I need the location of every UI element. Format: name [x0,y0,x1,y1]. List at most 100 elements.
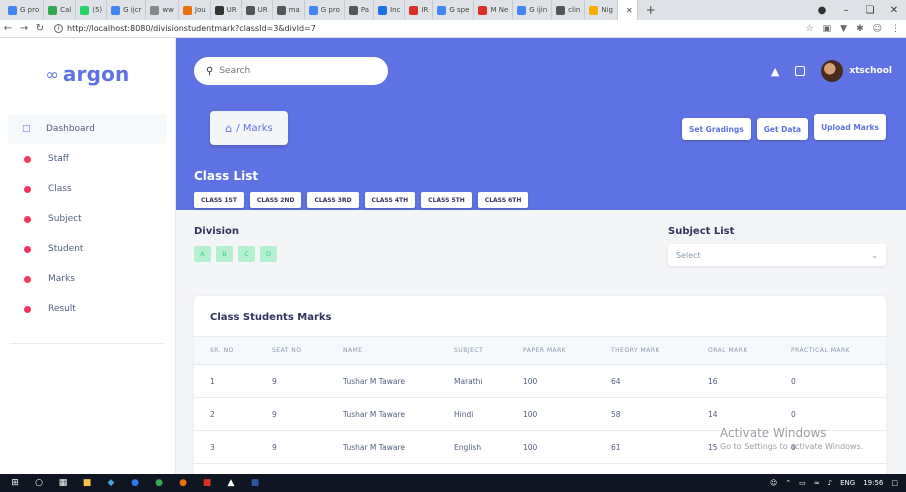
set-gradings-button[interactable]: Set Gradings [682,118,751,140]
menu-icon[interactable]: ⋮ [891,24,900,34]
people-icon[interactable]: ☺ [770,479,777,487]
account-icon[interactable]: ☺ [873,24,882,34]
browser-tab[interactable]: G pro [4,0,45,20]
browser-tab[interactable]: IR [405,0,434,20]
division-button[interactable]: C [238,246,255,262]
username: xtschool [849,66,892,76]
browser-tab[interactable]: Jou [179,0,211,20]
sidebar-item-class[interactable]: Class [0,174,175,204]
favicon-icon [276,5,286,15]
star-icon[interactable]: ☆ [806,24,814,34]
browser-tab[interactable]: ww [146,0,179,20]
close-window-button[interactable]: ✕ [882,5,906,16]
wifi-icon[interactable]: ≈ [814,479,820,487]
table-cell: Tushar M Taware [327,430,438,464]
browser-tab[interactable]: G pro [305,0,345,20]
class-button[interactable]: CLASS 1ST [194,192,244,208]
subject-select[interactable]: Select ⌄ [668,244,886,266]
task-view-icon[interactable]: ▦ [58,478,68,488]
sidebar-item-student[interactable]: Student [0,234,175,264]
table-header-row: SR. NO SEAT NO NAME SUBJECT PAPER MARK T… [194,336,886,365]
browser-tab[interactable]: (5) [76,0,108,20]
class-button[interactable]: CLASS 5TH [421,192,472,208]
sidebar-item-dashboard[interactable]: □ Dashboard [8,114,167,144]
class-button[interactable]: CLASS 6TH [477,192,529,208]
browser-tab[interactable]: Pa [345,0,375,20]
user-menu[interactable]: xtschool [821,60,892,82]
url-field[interactable]: i http://localhost:8080/divisionstudentm… [54,24,316,33]
division-button[interactable]: A [194,246,211,262]
apps-icon[interactable] [795,66,806,76]
new-tab-button[interactable]: + [638,3,664,17]
browser-tab[interactable]: G spe [433,0,475,20]
volume-icon[interactable]: ♪ [828,479,832,487]
back-button[interactable]: ← [0,23,16,34]
division-button[interactable]: B [216,246,233,262]
profile-icon[interactable]: ● [810,5,834,16]
table-cell: 9 [256,430,327,464]
search-input[interactable] [219,66,370,76]
minimize-button[interactable]: – [834,5,858,16]
app-icon[interactable]: ◆ [106,478,116,488]
browser-tab[interactable]: Nig [585,0,618,20]
forward-button[interactable]: → [16,23,32,34]
sidebar-item-marks[interactable]: Marks [0,264,175,294]
table-cell: 3 [194,430,256,464]
app-icon[interactable]: ▲ [226,478,236,488]
windows-start-icon[interactable]: ⊞ [10,478,20,488]
extension-icons: ☆ ▣ ▼ ✱ ☺ ⋮ [806,20,900,38]
clock[interactable]: 19:56 [863,479,883,487]
table-cell: Tushar M Taware [327,364,438,398]
notification-icon[interactable]: □ [891,479,898,487]
favicon-icon [517,5,527,15]
class-button[interactable]: CLASS 3RD [307,192,359,208]
reload-button[interactable]: ↻ [32,23,48,34]
browser-tab[interactable]: UR [211,0,242,20]
bell-icon[interactable]: ▲ [771,65,779,78]
browser-tab[interactable]: clin [552,0,586,20]
chevron-up-icon[interactable]: ⌃ [785,479,791,487]
puzzle-icon[interactable]: ✱ [856,24,864,34]
app-icon[interactable]: ● [130,478,140,488]
browser-tab-label: ww [162,6,174,14]
info-icon[interactable]: i [54,24,63,33]
language-indicator[interactable]: ENG [840,479,855,487]
sidebar-item-result[interactable]: Result [0,294,175,324]
class-button[interactable]: CLASS 4TH [364,192,416,208]
table-cell: 100 [507,397,595,431]
chrome-icon[interactable]: ● [154,478,164,488]
logo[interactable]: ∞ argon [0,38,175,110]
browser-tab[interactable]: M Ne [474,0,514,20]
sidebar-nav: □ Dashboard Staff Class Subject Student … [0,114,175,324]
browser-tab[interactable]: ma [273,0,305,20]
class-button[interactable]: CLASS 2ND [249,192,302,208]
browser-tab[interactable]: G ijin [513,0,553,20]
app-icon[interactable]: ● [178,478,188,488]
favicon-icon [589,5,599,15]
division-button[interactable]: D [260,246,277,262]
browser-tab[interactable]: Inc [374,0,406,20]
file-explorer-icon[interactable]: ■ [82,478,92,488]
browser-tab[interactable]: UR [242,0,273,20]
word-icon[interactable]: ■ [250,478,260,488]
search-icon[interactable]: ○ [34,478,44,488]
sidebar-item-label: Student [48,244,84,254]
upload-marks-button[interactable]: Upload Marks [814,114,886,140]
favicon-icon [409,5,419,15]
table-cell: 64 [595,364,692,398]
active-browser-tab[interactable]: ✕ [617,0,638,20]
sidebar-item-staff[interactable]: Staff [0,144,175,174]
favicon-icon [80,5,90,15]
shield-icon[interactable]: ▼ [840,24,847,34]
home-icon[interactable]: ⌂ [225,122,232,135]
extension-icon[interactable]: ▣ [823,24,832,34]
app-icon[interactable]: ■ [202,478,212,488]
browser-tab[interactable]: Cal [44,0,77,20]
battery-icon[interactable]: ▭ [799,479,806,487]
sidebar-item-subject[interactable]: Subject [0,204,175,234]
browser-tab[interactable]: G ijcr [107,0,147,20]
maximize-button[interactable]: ❏ [858,5,882,16]
planet-icon [24,305,31,313]
get-data-button[interactable]: Get Data [756,118,809,140]
close-tab-icon[interactable]: ✕ [626,6,633,15]
